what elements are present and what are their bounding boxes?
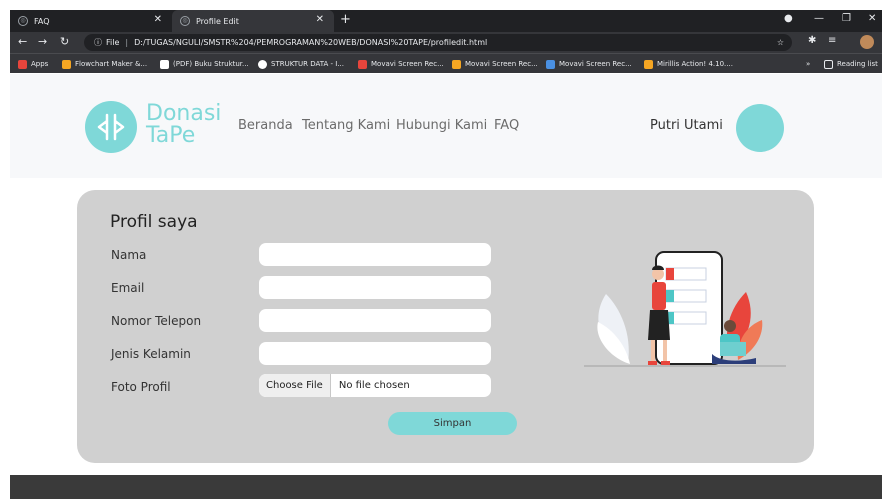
nav-tentang-kami[interactable]: Tentang Kami: [302, 118, 390, 133]
tab-title: Profile Edit: [196, 16, 239, 26]
browser-tab-bar: ◎ FAQ ✕ ◎ Profile Edit ✕ + ● — ❐ ✕: [10, 10, 882, 32]
name-field[interactable]: [259, 243, 491, 266]
logo-icon[interactable]: [85, 101, 137, 153]
reading-list[interactable]: Reading list: [824, 54, 878, 74]
profile-illustration: [584, 251, 786, 367]
back-arrow-icon[interactable]: ←: [18, 35, 27, 48]
bookmark-label: Apps: [31, 60, 49, 68]
bookmark-item[interactable]: Movavi Screen Rec...: [546, 54, 632, 74]
flowchart-icon: [62, 59, 71, 69]
bookmark-item[interactable]: Flowchart Maker &...: [62, 54, 147, 74]
bookmark-label: Movavi Screen Rec...: [465, 60, 538, 68]
star-icon[interactable]: ☆: [777, 38, 784, 47]
bookmark-label: Mirillis Action! 4.10....: [657, 60, 733, 68]
record-icon[interactable]: ●: [784, 13, 793, 24]
phone-label: Nomor Telepon: [111, 314, 202, 328]
page-title: Profil saya: [110, 212, 198, 232]
forward-arrow-icon[interactable]: →: [38, 35, 47, 48]
movavi-icon: [546, 59, 555, 69]
info-icon: ⓘ: [94, 38, 102, 47]
email-label: Email: [111, 281, 145, 295]
choose-file-button[interactable]: Choose File: [259, 374, 331, 397]
google-icon: [258, 59, 267, 69]
close-tab-icon[interactable]: ✕: [154, 14, 162, 25]
reading-list-icon: [824, 59, 833, 69]
tab-title: FAQ: [34, 16, 50, 26]
url-field[interactable]: ⓘ File | D:/TUGAS/NGULI/SMSTR%204/PEMROG…: [84, 34, 792, 51]
menu-dots-icon[interactable]: ⋮: [878, 35, 882, 46]
nav-beranda[interactable]: Beranda: [238, 118, 293, 133]
movavi-icon: [358, 59, 367, 69]
address-bar-row: ← → ↻ ⓘ File | D:/TUGAS/NGULI/SMSTR%204/…: [10, 32, 882, 53]
bookmark-item[interactable]: Movavi Screen Rec...: [452, 54, 538, 74]
movavi-icon: [452, 59, 461, 69]
bookmark-item[interactable]: Mirillis Action! 4.10....: [644, 54, 733, 74]
logo-line-2: TaPe: [146, 123, 196, 148]
bookmark-apps[interactable]: Apps: [18, 54, 48, 74]
photo-label: Foto Profil: [111, 380, 171, 394]
chevron-double-right-icon: »: [806, 60, 811, 68]
bookmark-label: Movavi Screen Rec...: [559, 60, 632, 68]
reading-list-label: Reading list: [837, 60, 878, 68]
tab-profile-edit[interactable]: ◎ Profile Edit ✕: [172, 10, 334, 32]
bookmark-label: Movavi Screen Rec...: [371, 60, 444, 68]
logo-wordmark[interactable]: Donasi TaPe: [146, 103, 221, 147]
bookmark-label: Flowchart Maker &...: [75, 60, 148, 68]
logo-line-1: Donasi: [146, 101, 222, 126]
site-footer: [10, 475, 882, 499]
email-field[interactable]: [259, 276, 491, 299]
close-window-button[interactable]: ✕: [868, 13, 876, 24]
mirillis-icon: [644, 59, 653, 69]
globe-icon: ◎: [180, 16, 190, 26]
bookmarks-more[interactable]: »: [806, 54, 810, 74]
file-status: No file chosen: [338, 380, 410, 391]
tab-faq[interactable]: ◎ FAQ ✕: [10, 10, 172, 32]
web-page: Donasi TaPe Beranda Tentang Kami Hubungi…: [10, 74, 882, 499]
playlist-icon[interactable]: ≡: [828, 35, 836, 46]
reload-icon[interactable]: ↻: [60, 35, 69, 48]
site-header: Donasi TaPe Beranda Tentang Kami Hubungi…: [10, 74, 882, 178]
minimize-button[interactable]: —: [814, 13, 824, 24]
close-tab-icon[interactable]: ✕: [316, 14, 324, 25]
profile-card: Profil saya Nama Email Nomor Telepon Jen…: [77, 190, 814, 463]
apps-grid-icon: [18, 59, 27, 69]
bookmark-label: STRUKTUR DATA - I...: [271, 60, 344, 68]
pdf-icon: [160, 59, 169, 69]
url-scheme: File: [106, 38, 120, 47]
bookmarks-bar: Apps Flowchart Maker &... (PDF) Buku Str…: [10, 53, 882, 73]
save-button[interactable]: Simpan: [388, 412, 517, 435]
restore-button[interactable]: ❐: [842, 13, 851, 24]
gender-label: Jenis Kelamin: [111, 347, 191, 361]
globe-icon: ◎: [18, 16, 28, 26]
new-tab-button[interactable]: +: [340, 12, 351, 27]
avatar[interactable]: [736, 104, 784, 152]
gender-field[interactable]: [259, 342, 491, 365]
username: Putri Utami: [650, 118, 723, 133]
name-label: Nama: [111, 248, 147, 262]
bookmark-label: (PDF) Buku Struktur...: [173, 60, 249, 68]
url-path: D:/TUGAS/NGULI/SMSTR%204/PEMROGRAMAN%20W…: [134, 38, 488, 47]
phone-field[interactable]: [259, 309, 491, 332]
extension-puzzle-icon[interactable]: ✱: [808, 35, 816, 46]
bookmark-item[interactable]: STRUKTUR DATA - I...: [258, 54, 344, 74]
bookmark-item[interactable]: (PDF) Buku Struktur...: [160, 54, 249, 74]
url-separator: |: [125, 38, 129, 47]
photo-file-input[interactable]: Choose File No file chosen: [259, 374, 491, 397]
nav-faq[interactable]: FAQ: [494, 118, 519, 133]
browser-profile-avatar[interactable]: [860, 35, 874, 49]
nav-hubungi-kami[interactable]: Hubungi Kami: [396, 118, 487, 133]
bookmark-item[interactable]: Movavi Screen Rec...: [358, 54, 444, 74]
